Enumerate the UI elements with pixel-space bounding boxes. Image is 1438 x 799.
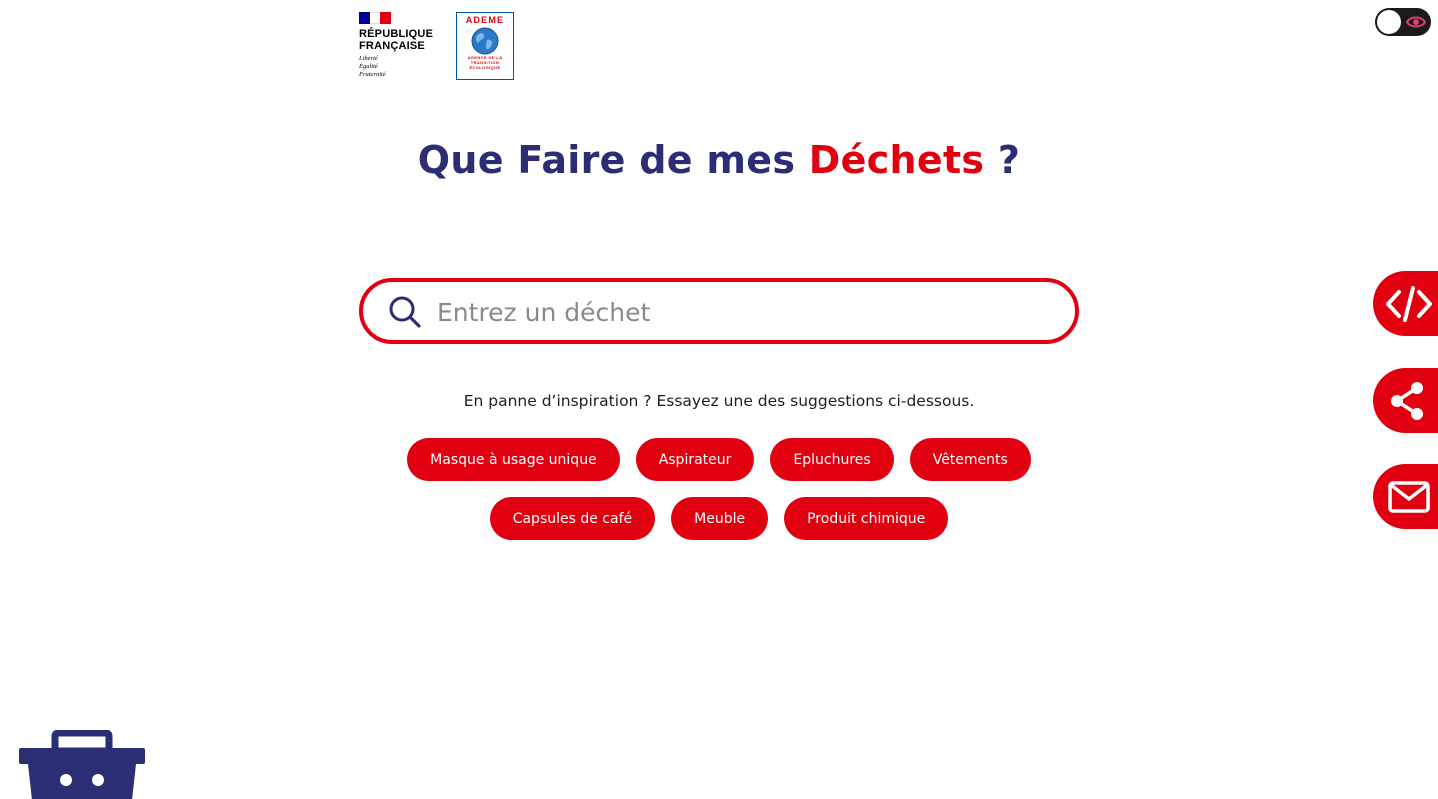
search-input[interactable]: [435, 290, 1049, 334]
rf-motto: Liberté Égalité Fraternité: [359, 55, 439, 79]
suggestion-chip-capsules[interactable]: Capsules de café: [489, 497, 656, 540]
search-bar[interactable]: [359, 278, 1079, 344]
french-flag-icon: [359, 12, 392, 24]
mail-icon: [1388, 480, 1430, 513]
rf-title-line2: FRANÇAISE: [359, 40, 425, 52]
share-icon: [1391, 381, 1423, 420]
embed-code-button[interactable]: [1373, 271, 1438, 336]
rf-motto-line2: Égalité: [359, 63, 378, 70]
display-mode-toggle[interactable]: [1375, 8, 1431, 36]
suggestion-chip-produit-chimique[interactable]: Produit chimique: [784, 497, 949, 540]
trash-bin-icon: [19, 730, 145, 799]
search-icon: [389, 296, 421, 328]
suggestion-chip-aspirateur[interactable]: Aspirateur: [635, 438, 755, 481]
suggestions-row-1: Masque à usage unique Aspirateur Epluchu…: [0, 438, 1438, 481]
rf-motto-line1: Liberté: [359, 55, 378, 62]
title-suffix: ?: [984, 138, 1021, 182]
share-button[interactable]: [1373, 368, 1438, 433]
republique-francaise-logo[interactable]: RÉPUBLIQUE FRANÇAISE Liberté Égalité Fra…: [359, 12, 439, 82]
rf-title: RÉPUBLIQUE FRANÇAISE: [359, 28, 439, 52]
toggle-knob: [1377, 10, 1401, 34]
ademe-sub-line3: ÉCOLOGIQUE: [469, 65, 501, 70]
suggestions-row-2: Capsules de café Meuble Produit chimique: [0, 497, 1438, 540]
rf-title-line1: RÉPUBLIQUE: [359, 28, 434, 40]
page: RÉPUBLIQUE FRANÇAISE Liberté Égalité Fra…: [0, 0, 1438, 799]
email-button[interactable]: [1373, 464, 1438, 529]
code-icon: [1386, 285, 1432, 322]
suggestion-chip-epluchures[interactable]: Epluchures: [770, 438, 894, 481]
rf-motto-line3: Fraternité: [359, 71, 386, 78]
eye-icon: [1406, 16, 1426, 28]
ademe-logo[interactable]: ADEME AGENCE DE LA TRANSITION ÉCOLOGIQUE: [456, 12, 514, 80]
title-accent: Déchets: [808, 138, 985, 182]
ademe-subtitle: AGENCE DE LA TRANSITION ÉCOLOGIQUE: [457, 55, 513, 70]
page-title: Que Faire de mes Déchets ?: [0, 138, 1438, 182]
suggestions-hint: En panne d’inspiration ? Essayez une des…: [463, 392, 975, 410]
suggestion-chip-vetements[interactable]: Vêtements: [909, 438, 1031, 481]
title-prefix: Que Faire de mes: [417, 138, 809, 182]
suggestion-chip-masque[interactable]: Masque à usage unique: [407, 438, 620, 481]
suggestion-chip-meuble[interactable]: Meuble: [671, 497, 769, 540]
globe-icon: [471, 27, 499, 55]
ademe-name: ADEME: [465, 15, 505, 25]
